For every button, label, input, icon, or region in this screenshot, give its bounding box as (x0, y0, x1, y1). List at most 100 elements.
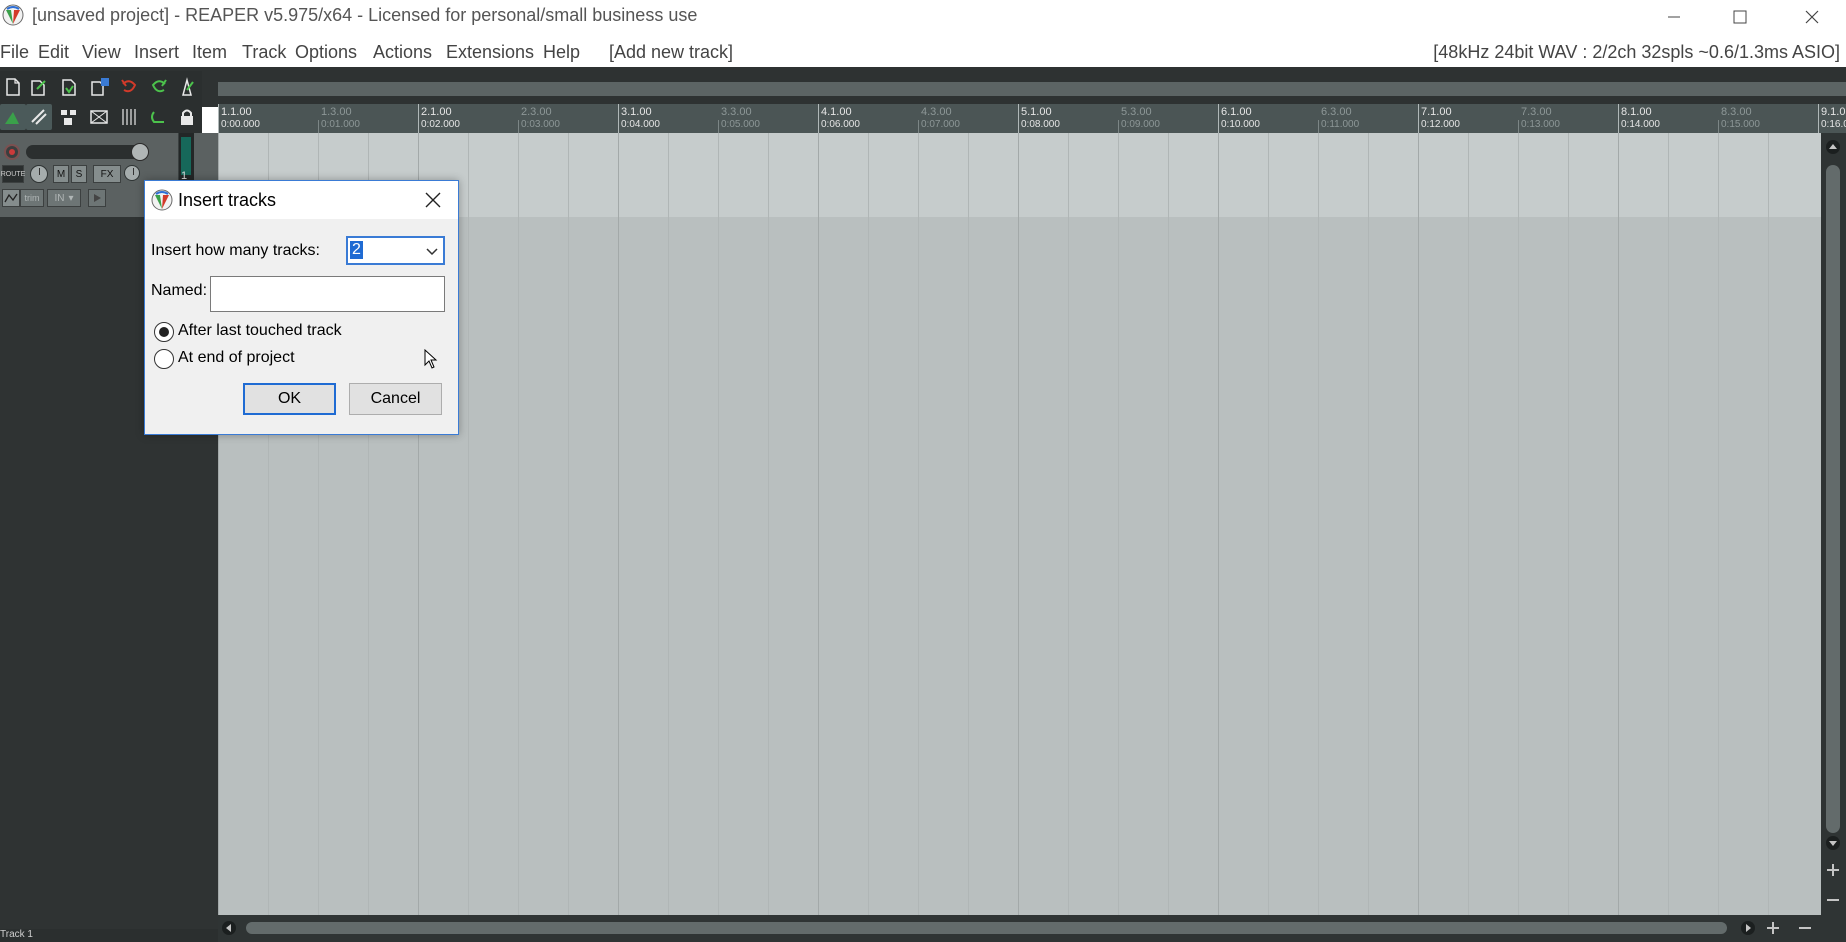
track-name-input[interactable] (210, 276, 445, 312)
envelope-button[interactable] (2, 189, 20, 207)
menu-view[interactable]: View (82, 42, 121, 63)
main-toolbar (0, 71, 202, 133)
route-label: ROUTE (0, 170, 26, 178)
grid-line (1218, 133, 1219, 915)
volume-slider[interactable] (26, 145, 146, 159)
grid-line (1418, 133, 1419, 915)
open-project-button[interactable] (26, 74, 52, 100)
grid-lines-button[interactable] (116, 104, 142, 130)
play-icon (94, 194, 101, 202)
radio-after-last-touched[interactable] (154, 322, 174, 342)
grid-line (1118, 133, 1119, 915)
track-count-label: Insert how many tracks: (151, 242, 320, 259)
trim-button[interactable]: trim (20, 189, 44, 207)
menu-file[interactable]: File (0, 42, 29, 63)
lock-button[interactable] (174, 104, 200, 130)
radio-end-of-project[interactable] (154, 349, 174, 369)
auto-crossfade-button[interactable] (86, 104, 112, 130)
project-settings-button[interactable] (86, 74, 112, 100)
solo-button[interactable]: S (71, 165, 87, 183)
mouse-cursor-icon (424, 349, 438, 369)
chevron-down-icon: ▾ (68, 192, 74, 204)
menu-insert[interactable]: Insert (134, 42, 179, 63)
reaper-window: [unsaved project] - REAPER v5.975/x64 - … (0, 0, 1846, 942)
grid-line (668, 133, 669, 915)
grid-line (568, 133, 569, 915)
snap-icon (5, 112, 19, 124)
grid-line (968, 133, 969, 915)
option-after-last-touched-label[interactable]: After last touched track (178, 322, 342, 340)
grid-line (1768, 133, 1769, 915)
new-file-icon (6, 78, 20, 96)
maximize-button[interactable] (1713, 0, 1767, 33)
record-arm-button[interactable] (4, 144, 20, 160)
close-button[interactable] (1785, 0, 1839, 33)
new-project-button[interactable] (0, 74, 26, 100)
ripple-edit-button[interactable] (26, 104, 52, 130)
pan-knob[interactable] (30, 165, 48, 183)
close-icon (425, 192, 441, 208)
menu-edit[interactable]: Edit (38, 42, 69, 63)
save-project-button[interactable] (56, 74, 82, 100)
track-count-combobox[interactable]: 2 (346, 236, 445, 265)
undo-button[interactable] (116, 74, 142, 100)
redo-button[interactable] (146, 74, 172, 100)
minimize-button[interactable] (1647, 0, 1701, 33)
grid-line (1718, 133, 1719, 915)
horizontal-scroll-thumb[interactable] (246, 922, 1727, 934)
cancel-button[interactable]: Cancel (349, 383, 442, 415)
grid-line (1468, 133, 1469, 915)
scroll-up-icon[interactable] (1825, 139, 1841, 155)
ok-button[interactable]: OK (243, 383, 336, 415)
grid-line (1168, 133, 1169, 915)
menu-help[interactable]: Help (543, 42, 580, 63)
menu-track[interactable]: Track (242, 42, 286, 63)
menu-extensions[interactable]: Extensions (446, 42, 534, 63)
timeline-ruler[interactable]: 1.1.00 0:00.000 1.3.00 0:01.000 2.1.00 0:02… (218, 104, 1846, 134)
track-name-footer: Track 1 (0, 929, 33, 940)
mute-button[interactable]: M (53, 165, 69, 183)
grid-snap-button[interactable] (0, 104, 26, 130)
menu-options[interactable]: Options (295, 42, 357, 63)
chevron-down-icon[interactable] (425, 244, 439, 258)
menu-actions[interactable]: Actions (373, 42, 432, 63)
option-end-of-project-label[interactable]: At end of project (178, 349, 295, 367)
scroll-right-icon[interactable] (1740, 920, 1756, 936)
metronome-button[interactable] (174, 74, 200, 100)
zoom-out-vertical-icon[interactable] (1825, 892, 1841, 908)
zoom-in-horizontal-icon[interactable] (1765, 920, 1781, 936)
grid-line (1068, 133, 1069, 915)
trim-label: trim (24, 193, 40, 203)
grid-line (1318, 133, 1319, 915)
envelope-link-button[interactable] (146, 104, 172, 130)
project-settings-icon (91, 78, 109, 96)
zoom-in-vertical-icon[interactable] (1825, 862, 1841, 878)
undo-icon (121, 79, 137, 93)
fx-button[interactable]: FX (93, 165, 121, 183)
minimize-icon (1668, 16, 1680, 17)
named-label: Named: (151, 282, 208, 299)
item-grouping-button[interactable] (56, 104, 82, 130)
top-scroll-strip[interactable] (218, 82, 1846, 96)
audio-status[interactable]: [48kHz 24bit WAV : 2/2ch 32spls ~0.6/1.3… (1433, 42, 1840, 63)
dialog-close-button[interactable] (413, 184, 453, 216)
input-select[interactable]: IN ▾ (47, 189, 81, 207)
track-count-value[interactable]: 2 (350, 241, 363, 259)
grouping-icon (61, 110, 76, 125)
volume-slider-knob[interactable] (131, 143, 149, 161)
route-button[interactable]: ROUTE (0, 165, 26, 183)
vertical-scroll-thumb[interactable] (1826, 165, 1840, 833)
phase-button[interactable] (124, 165, 140, 181)
scroll-left-icon[interactable] (221, 920, 237, 936)
scroll-down-icon[interactable] (1825, 835, 1841, 851)
menu-item[interactable]: Item (192, 42, 227, 63)
crossfade-icon (90, 110, 108, 124)
metronome-icon (182, 77, 194, 96)
monitor-button[interactable] (88, 189, 106, 207)
add-new-track-action[interactable]: [Add new track] (609, 42, 733, 63)
grid-line (1018, 133, 1019, 915)
menu-bar: File Edit View Insert Item Track Options… (0, 39, 1846, 67)
zoom-out-horizontal-icon[interactable] (1797, 920, 1813, 936)
grid-line (1518, 133, 1519, 915)
grid-line (1568, 133, 1569, 915)
